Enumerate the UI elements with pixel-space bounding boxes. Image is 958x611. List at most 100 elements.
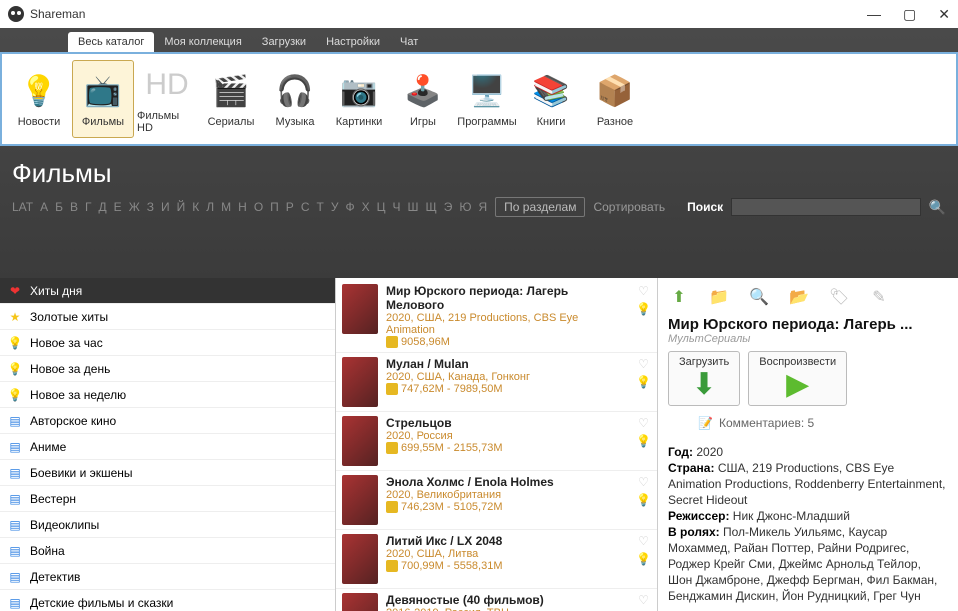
play-button[interactable]: Воспроизвести ▶ — [748, 351, 847, 406]
wand-icon[interactable]: ✎ — [868, 286, 890, 308]
toolbar-games[interactable]: 🕹️Игры — [392, 60, 454, 138]
search-input[interactable] — [731, 198, 920, 216]
music-icon: 🎧 — [274, 70, 316, 112]
sidebar-item[interactable]: ★Золотые хиты — [0, 304, 335, 330]
toolbar-books[interactable]: 📚Книги — [520, 60, 582, 138]
letter-Ю[interactable]: Ю — [459, 200, 471, 214]
letter-З[interactable]: З — [147, 200, 154, 214]
sidebar-item[interactable]: ▤Видеоклипы — [0, 512, 335, 538]
coin-icon — [386, 336, 398, 348]
tag-icon[interactable]: 🏷 — [828, 286, 850, 308]
letter-Ш[interactable]: Ш — [407, 200, 418, 214]
sidebar-item[interactable]: 💡Новое за день — [0, 356, 335, 382]
close-button[interactable]: ✕ — [938, 6, 950, 23]
letter-О[interactable]: О — [254, 200, 263, 214]
letter-Л[interactable]: Л — [206, 200, 214, 214]
heart-icon[interactable]: ♡ — [638, 284, 649, 298]
letter-М[interactable]: М — [221, 200, 231, 214]
letter-Щ[interactable]: Щ — [425, 200, 436, 214]
letter-А[interactable]: А — [40, 200, 48, 214]
list-item[interactable]: Мир Юрского периода: Лагерь Мелового2020… — [336, 280, 657, 353]
heart-icon[interactable]: ♡ — [638, 593, 649, 607]
list-item[interactable]: Девяностые (40 фильмов)2016-2019, Россия… — [336, 589, 657, 611]
sidebar-item[interactable]: 💡Новое за час — [0, 330, 335, 356]
heart-icon[interactable]: ♡ — [638, 357, 649, 371]
tab-Моя коллекция[interactable]: Моя коллекция — [154, 32, 251, 52]
item-title: Энола Холмс / Enola Holmes — [386, 475, 628, 489]
letter-Я[interactable]: Я — [478, 200, 487, 214]
letter-Й[interactable]: Й — [177, 200, 186, 214]
toolbar-films[interactable]: 📺Фильмы — [72, 60, 134, 138]
upload-icon[interactable]: ⬆ — [668, 286, 690, 308]
toolbar-programs[interactable]: 🖥️Программы — [456, 60, 518, 138]
sort-button[interactable]: Сортировать — [593, 200, 665, 214]
tab-Весь каталог[interactable]: Весь каталог — [68, 32, 154, 52]
bulb-icon[interactable]: 💡 — [636, 493, 651, 507]
letter-Т[interactable]: Т — [316, 200, 323, 214]
letter-Ц[interactable]: Ц — [377, 200, 386, 214]
search-folder-icon[interactable]: 🔍 — [748, 286, 770, 308]
comments-link[interactable]: 📝 Комментариев: 5 — [698, 416, 948, 430]
sidebar-item[interactable]: 💡Новое за неделю — [0, 382, 335, 408]
letter-У[interactable]: У — [331, 200, 339, 214]
list-item[interactable]: Стрельцов2020, Россия699,55M - 2155,73M♡… — [336, 412, 657, 471]
tab-Загрузки[interactable]: Загрузки — [252, 32, 316, 52]
letter-LAT[interactable]: LAT — [12, 200, 33, 214]
sidebar-item[interactable]: ▤Аниме — [0, 434, 335, 460]
sidebar-item[interactable]: ▤Вестерн — [0, 486, 335, 512]
sections-button[interactable]: По разделам — [495, 197, 585, 217]
sidebar-item[interactable]: ❤Хиты дня — [0, 278, 335, 304]
letter-Ф[interactable]: Ф — [345, 200, 354, 214]
list-item[interactable]: Мулан / Mulan2020, США, Канада, Гонконг7… — [336, 353, 657, 412]
heart-icon[interactable]: ♡ — [638, 475, 649, 489]
heart-icon[interactable]: ♡ — [638, 416, 649, 430]
list-item[interactable]: Энола Холмс / Enola Holmes2020, Великобр… — [336, 471, 657, 530]
download-button[interactable]: Загрузить ⬇ — [668, 351, 740, 406]
letter-В[interactable]: В — [70, 200, 78, 214]
letter-Ж[interactable]: Ж — [129, 200, 140, 214]
bulb-icon[interactable]: 💡 — [636, 375, 651, 389]
letter-Н[interactable]: Н — [238, 200, 247, 214]
toolbar-filmshd[interactable]: HDФильмы HD — [136, 60, 198, 138]
toolbar-music[interactable]: 🎧Музыка — [264, 60, 326, 138]
letter-Г[interactable]: Г — [85, 200, 92, 214]
sidebar-item-label: Боевики и экшены — [30, 466, 133, 480]
toolbar-news[interactable]: 💡Новости — [8, 60, 70, 138]
letter-К[interactable]: К — [192, 200, 199, 214]
letter-Р[interactable]: Р — [286, 200, 294, 214]
search-icon[interactable]: 🔍 — [929, 199, 946, 216]
sidebar-item[interactable]: ▤Боевики и экшены — [0, 460, 335, 486]
letter-Ч[interactable]: Ч — [392, 200, 400, 214]
sidebar-item[interactable]: ▤Авторское кино — [0, 408, 335, 434]
tab-Настройки[interactable]: Настройки — [316, 32, 390, 52]
bulb-icon[interactable]: 💡 — [636, 434, 651, 448]
letter-С[interactable]: С — [301, 200, 310, 214]
letter-Д[interactable]: Д — [99, 200, 107, 214]
toolbar-other[interactable]: 📦Разное — [584, 60, 646, 138]
letter-Б[interactable]: Б — [55, 200, 63, 214]
blue-icon: ▤ — [6, 568, 24, 586]
toolbar-pictures[interactable]: 📷Картинки — [328, 60, 390, 138]
heart-icon[interactable]: ♡ — [638, 534, 649, 548]
bulb-icon[interactable]: 💡 — [636, 552, 651, 566]
toolbar-serials[interactable]: 🎬Сериалы — [200, 60, 262, 138]
add-folder-icon[interactable]: 📂 — [788, 286, 810, 308]
letter-Е[interactable]: Е — [114, 200, 122, 214]
letter-П[interactable]: П — [270, 200, 279, 214]
programs-icon: 🖥️ — [466, 70, 508, 112]
minimize-button[interactable]: — — [867, 6, 881, 23]
letter-И[interactable]: И — [161, 200, 170, 214]
sidebar-item[interactable]: ▤Детские фильмы и сказки — [0, 590, 335, 611]
main-tabs: Весь каталогМоя коллекцияЗагрузкиНастрой… — [0, 28, 958, 52]
sidebar-item-label: Хиты дня — [30, 284, 82, 298]
maximize-button[interactable]: ▢ — [903, 6, 916, 23]
tab-Чат[interactable]: Чат — [390, 32, 428, 52]
sidebar-item[interactable]: ▤ Детектив — [0, 564, 335, 590]
sidebar-item[interactable]: ▤Война — [0, 538, 335, 564]
list-item[interactable]: Литий Икс / LX 20482020, США, Литва700,9… — [336, 530, 657, 589]
bulb-icon[interactable]: 💡 — [636, 302, 651, 316]
letter-Э[interactable]: Э — [444, 200, 453, 214]
sidebar-item-label: Детектив — [30, 570, 80, 584]
folder-icon[interactable]: 📁 — [708, 286, 730, 308]
letter-Х[interactable]: Х — [362, 200, 370, 214]
